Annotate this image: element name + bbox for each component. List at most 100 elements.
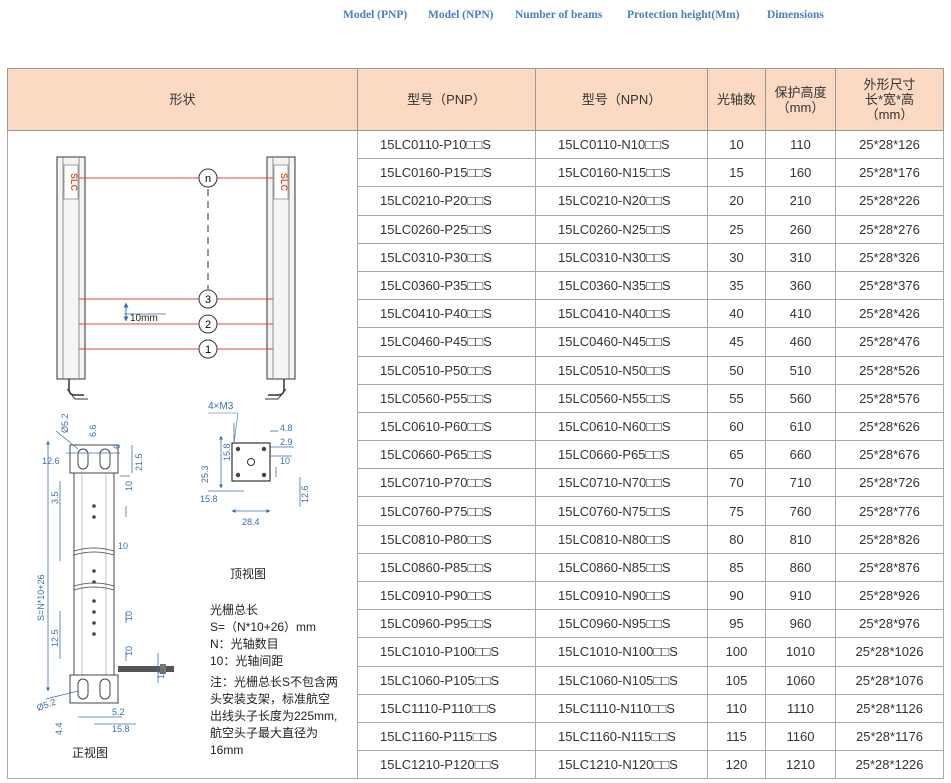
dimension-drawing: SLC SLC n 3 2 1 10mm Ø5.2 6.6 6 12.6 21.…: [35, 156, 338, 760]
brand-logo-left: SLC: [69, 173, 79, 192]
cell-model-pnp: 15LC1060-P105□□S: [357, 665, 536, 695]
cell-beams: 25: [707, 214, 766, 244]
table-header-row: 形状 型号（PNP） 型号（NPN） 光轴数 保护高度 （mm） 外形尺寸 长*…: [7, 68, 944, 131]
cell-dimensions: 25*28*276: [835, 214, 944, 244]
header-model-npn: 型号（NPN）: [535, 68, 708, 131]
cell-height: 310: [765, 242, 836, 272]
cell-model-npn: 15LC1160-N115□□S: [535, 721, 708, 752]
dim-d126: 12.6: [42, 456, 60, 466]
cell-dimensions: 25*28*1176: [835, 721, 944, 752]
cell-beams: 95: [707, 609, 766, 639]
dim-d48: 4.8: [280, 423, 293, 433]
dim-d52-top: Ø5.2: [60, 413, 70, 433]
cell-beams: 15: [707, 158, 766, 188]
beam-3-label: 3: [205, 294, 211, 306]
cell-height: 260: [765, 214, 836, 244]
nav-number-of-beams[interactable]: Number of beams: [515, 9, 602, 21]
cell-model-npn: 15LC1110-N110□□S: [535, 693, 708, 723]
cell-dimensions: 25*28*176: [835, 158, 944, 188]
front-view-caption: 正视图: [72, 745, 108, 760]
dim-d6: 6: [112, 444, 122, 449]
cell-model-npn: 15LC0760-N75□□S: [535, 496, 708, 526]
cell-height: 860: [765, 552, 836, 583]
cell-model-pnp: 15LC1110-P110□□S: [357, 693, 536, 723]
beam-2-label: 2: [205, 319, 211, 331]
header-height-line2: （mm）: [776, 99, 825, 115]
shape-cell: SLC SLC n 3 2 1 10mm Ø5.2 6.6 6 12.6 21.…: [7, 129, 358, 780]
cell-beams: 65: [707, 440, 766, 470]
cell-dimensions: 25*28*526: [835, 355, 944, 385]
cell-dimensions: 25*28*1226: [835, 750, 944, 780]
cell-beams: 45: [707, 327, 766, 357]
cell-model-pnp: 15LC0310-P30□□S: [357, 242, 536, 272]
cell-height: 410: [765, 299, 836, 329]
dim-d35: 3.5: [50, 491, 60, 504]
cell-dimensions: 25*28*1076: [835, 665, 944, 695]
cell-model-npn: 15LC0460-N45□□S: [535, 327, 708, 357]
cell-model-pnp: 15LC0510-P50□□S: [357, 355, 536, 385]
dim-d52-bottom: Ø5.2: [35, 697, 57, 713]
cell-beams: 120: [707, 750, 766, 780]
dim-d52b: 5.2: [112, 707, 125, 717]
cell-beams: 110: [707, 693, 766, 723]
cell-model-pnp: 15LC0660-P65□□S: [357, 440, 536, 470]
note-line: 16mm: [210, 743, 243, 757]
cell-dimensions: 25*28*876: [835, 552, 944, 583]
dim-d10d: 10: [124, 646, 134, 656]
cell-height: 810: [765, 524, 836, 554]
cell-beams: 75: [707, 496, 766, 526]
cell-height: 560: [765, 383, 836, 413]
cell-height: 1010: [765, 637, 836, 667]
dim-d44: 4.4: [54, 722, 64, 735]
nav-model-npn[interactable]: Model (NPN): [428, 9, 493, 21]
top-view: 4×M3 4.8 15.8 2.9 25.3 10 15.8 12.6 28.4: [200, 401, 310, 527]
cell-model-pnp: 15LC0560-P55□□S: [357, 383, 536, 413]
nav-protection-height[interactable]: Protection height(Mm): [627, 9, 740, 21]
cell-beams: 40: [707, 299, 766, 329]
cell-height: 960: [765, 609, 836, 639]
dim-d16: 16: [156, 669, 166, 679]
table-body: SLC SLC n 3 2 1 10mm Ø5.2 6.6 6 12.6 21.…: [7, 129, 944, 780]
cell-height: 360: [765, 270, 836, 301]
header-dim-line3: （mm）: [865, 107, 914, 122]
cell-dimensions: 25*28*976: [835, 609, 944, 639]
dim-4xm3: 4×M3: [208, 401, 234, 412]
header-shape: 形状: [7, 68, 358, 131]
cell-model-npn: 15LC0610-N60□□S: [535, 411, 708, 442]
note-line: 光栅总长: [210, 602, 258, 617]
cell-model-npn: 15LC0510-N50□□S: [535, 355, 708, 385]
cell-model-npn: 15LC0960-N95□□S: [535, 609, 708, 639]
cell-height: 610: [765, 411, 836, 442]
cell-model-pnp: 15LC1160-P115□□S: [357, 721, 536, 752]
dim-d10c: 10: [124, 611, 134, 621]
nav-model-pnp[interactable]: Model (PNP): [343, 9, 407, 21]
dim-d66: 6.6: [88, 424, 98, 437]
cell-model-pnp: 15LC0460-P45□□S: [357, 327, 536, 357]
cell-beams: 100: [707, 637, 766, 667]
header-model-pnp: 型号（PNP）: [357, 68, 536, 131]
cell-model-npn: 15LC0410-N40□□S: [535, 299, 708, 329]
dim-d29: 2.9: [280, 437, 293, 447]
cell-height: 510: [765, 355, 836, 385]
dimension-notes: 光栅总长 S=（N*10+26）mm N：光轴数目 10：光轴间距 注：光栅总长…: [210, 602, 338, 757]
cell-beams: 10: [707, 129, 766, 160]
cell-model-pnp: 15LC0210-P20□□S: [357, 186, 536, 216]
cell-beams: 85: [707, 552, 766, 583]
cell-model-npn: 15LC1060-N105□□S: [535, 665, 708, 695]
header-dimensions: 外形尺寸 长*宽*高 （mm）: [835, 68, 944, 131]
cell-model-pnp: 15LC0810-P80□□S: [357, 524, 536, 554]
cell-height: 210: [765, 186, 836, 216]
cell-model-npn: 15LC0210-N20□□S: [535, 186, 708, 216]
cell-height: 1210: [765, 750, 836, 780]
table-row: SLC SLC n 3 2 1 10mm Ø5.2 6.6 6 12.6 21.…: [7, 129, 944, 780]
brand-logo-right: SLC: [279, 173, 289, 192]
cell-height: 910: [765, 580, 836, 611]
cell-model-pnp: 15LC0110-P10□□S: [357, 129, 536, 160]
pitch-label: 10mm: [130, 313, 158, 324]
nav-dimensions[interactable]: Dimensions: [767, 9, 824, 21]
cell-height: 760: [765, 496, 836, 526]
cell-model-npn: 15LC0110-N10□□S: [535, 129, 708, 160]
cell-model-npn: 15LC0810-N80□□S: [535, 524, 708, 554]
header-height-line1: 保护高度: [774, 84, 827, 100]
cell-model-pnp: 15LC1010-P100□□S: [357, 637, 536, 667]
